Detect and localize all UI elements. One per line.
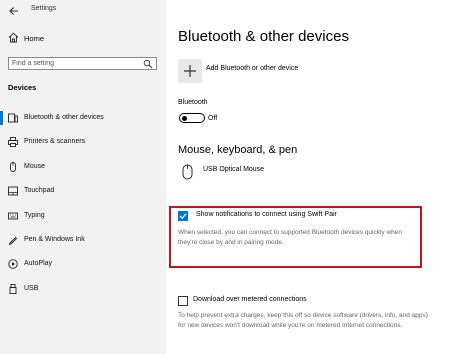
bluetooth-toggle[interactable] [179,113,205,123]
bluetooth-state: Off [208,115,218,122]
sidebar-nav: Bluetooth & other devices Printers & sca… [0,108,166,303]
mouse-icon [10,161,16,172]
sidebar-item-label: Mouse [24,162,46,170]
sidebar-item-pen[interactable]: Pen & Windows Ink [0,230,166,254]
toggle-knob [182,115,187,121]
back-button[interactable] [6,3,22,19]
metered-label: Download over metered connections [193,296,307,303]
sidebar-item-label: Typing [24,211,45,219]
sidebar-item-mouse[interactable]: Mouse [0,157,166,181]
sidebar-item-touchpad[interactable]: Touchpad [0,181,166,205]
sidebar-item-label: Touchpad [24,187,55,195]
keyboard-icon [8,212,18,220]
main-content: Bluetooth & other devices Add Bluetooth … [166,0,474,354]
peripherals-heading: Mouse, keyboard, & pen [178,144,298,156]
back-arrow-icon [9,7,18,15]
plus-icon [184,65,196,77]
sidebar-item-label: USB [24,284,39,292]
home-icon [8,32,19,43]
page-title: Bluetooth & other devices [178,28,349,45]
printer-icon [8,137,18,148]
search-box[interactable] [8,57,157,70]
swift-pair-checkbox[interactable] [178,211,188,221]
sidebar-item-typing[interactable]: Typing [0,206,166,230]
swift-pair-description: When selected, you can connect to suppor… [178,229,403,246]
device-list-item[interactable]: USB Optical Mouse [178,164,378,182]
sidebar: Settings Home Devices Bluetooth & other … [0,0,166,354]
usb-icon [9,283,17,294]
autoplay-icon [8,259,18,270]
sidebar-item-label: Pen & Windows Ink [24,235,85,243]
metered-description: To help prevent extra charges, keep this… [178,312,428,329]
sidebar-item-label: Bluetooth & other devices [24,114,104,121]
add-icon-tile [178,59,202,83]
window-title: Settings [31,5,57,12]
swift-pair-label: Show notifications to connect using Swif… [196,211,337,218]
section-title: Devices [8,83,37,92]
mouse-icon [182,164,193,180]
search-icon [143,59,153,69]
add-device-label: Add Bluetooth or other device [206,65,299,72]
sidebar-item-label: Printers & scanners [24,138,86,146]
metered-checkbox[interactable] [178,296,188,306]
title-bar: Settings [0,0,166,22]
sidebar-item-printers[interactable]: Printers & scanners [0,132,166,156]
sidebar-item-bluetooth[interactable]: Bluetooth & other devices [0,108,166,132]
device-name: USB Optical Mouse [203,166,265,173]
search-input[interactable] [12,58,140,69]
bluetooth-devices-icon [8,113,18,123]
checkmark-icon [179,213,187,220]
sidebar-item-label: AutoPlay [24,260,53,268]
home-label: Home [24,34,45,43]
home-nav-item[interactable]: Home [0,29,166,49]
pen-icon [8,236,18,245]
sidebar-item-autoplay[interactable]: AutoPlay [0,254,166,278]
sidebar-item-usb[interactable]: USB [0,279,166,303]
add-device-button[interactable]: Add Bluetooth or other device [178,59,378,83]
bluetooth-label: Bluetooth [178,99,208,106]
touchpad-icon [8,186,18,196]
